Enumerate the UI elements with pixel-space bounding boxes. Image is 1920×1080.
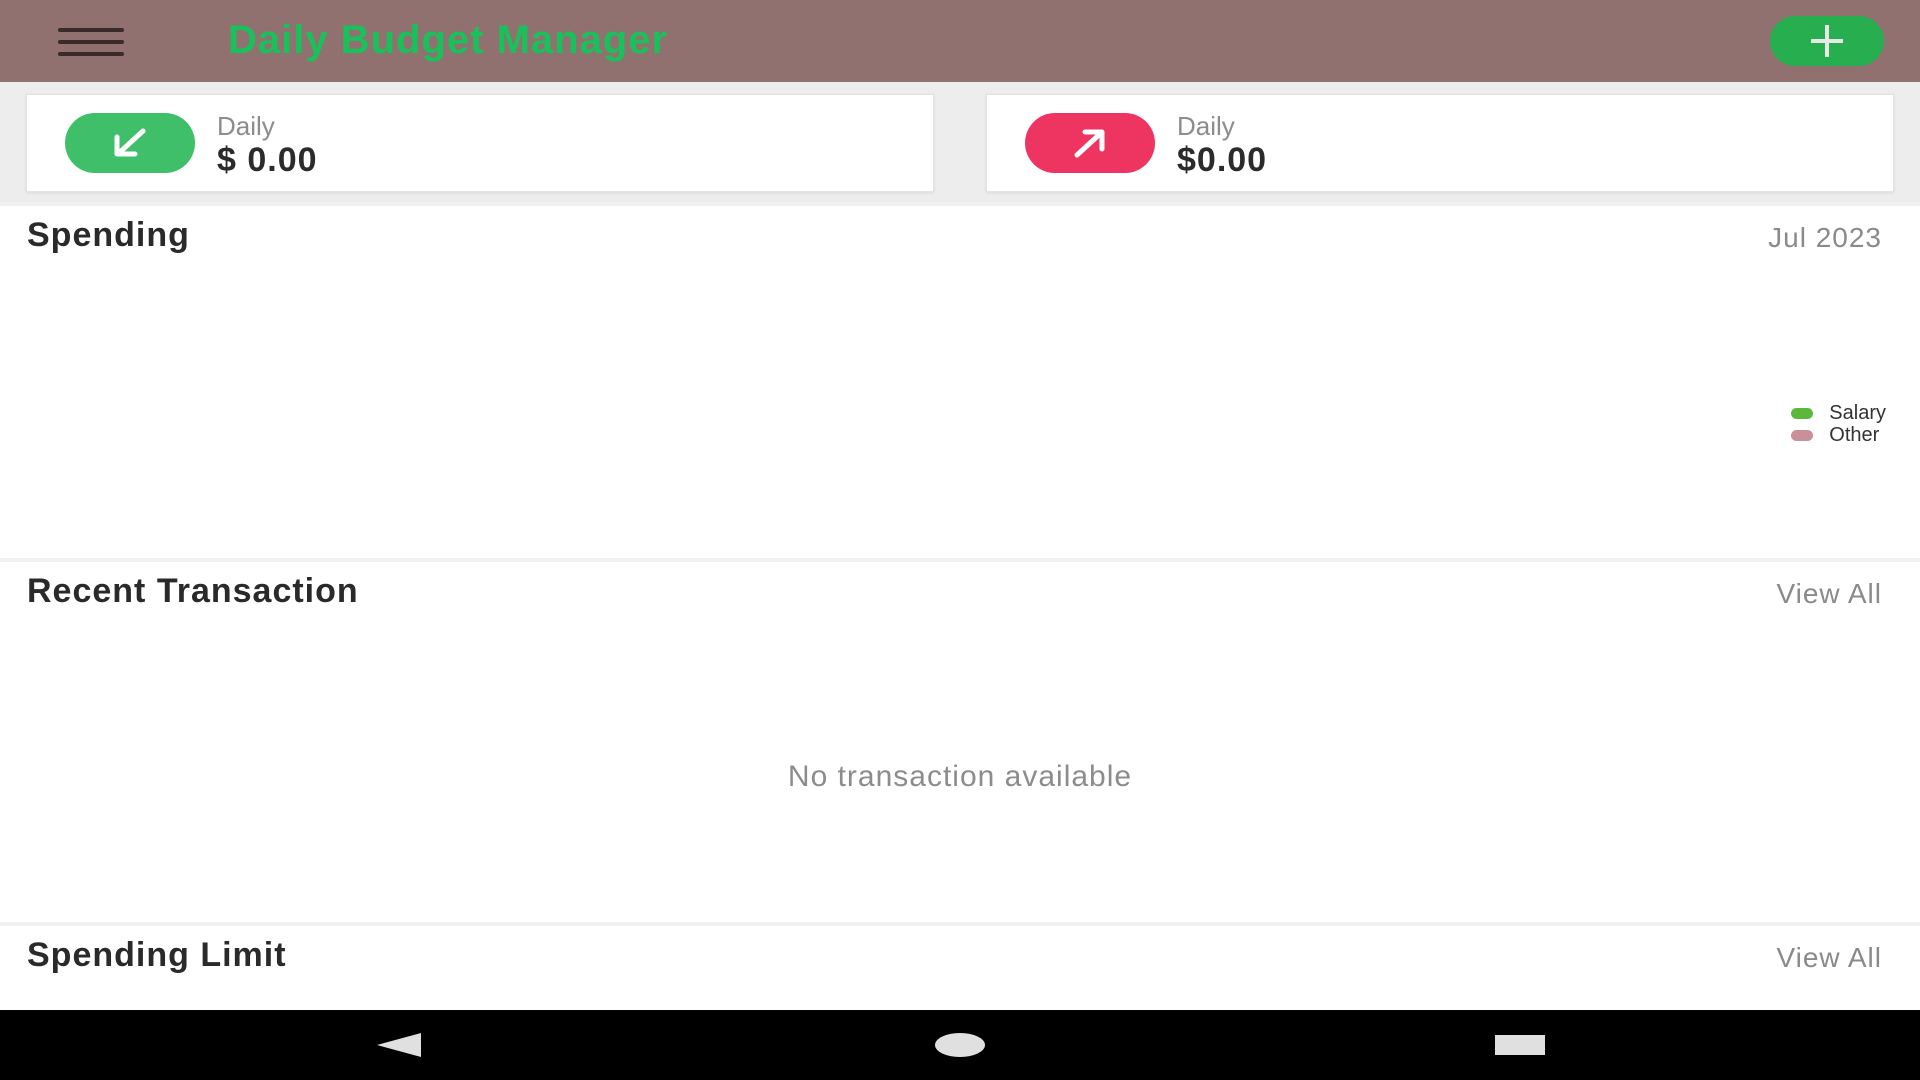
empty-transactions-message: No transaction available xyxy=(787,760,1133,793)
expense-icon-badge xyxy=(1025,113,1155,173)
spending-limit-title: Spending Limit xyxy=(27,936,287,974)
spending-limit-section: Spending Limit View All xyxy=(0,926,1920,1010)
limit-view-all-link[interactable]: View All xyxy=(1776,942,1882,974)
income-card[interactable]: Daily $ 0.00 xyxy=(26,94,934,192)
arrow-down-left-icon xyxy=(114,128,146,157)
plus-icon xyxy=(1811,25,1843,57)
app-title: Daily Budget Manager xyxy=(228,18,669,62)
add-transaction-button[interactable] xyxy=(1770,16,1884,66)
hamburger-menu-icon-bar xyxy=(58,52,124,56)
spending-legend: Salary Other xyxy=(1791,402,1886,446)
system-navigation-bar xyxy=(0,1010,1920,1080)
arrow-up-right-icon xyxy=(1074,129,1105,158)
home-button[interactable] xyxy=(920,1010,1000,1080)
summary-cards: Daily $ 0.00 Daily $0.00 xyxy=(0,82,1920,202)
spending-section: Spending Jul 2023 Salary Other xyxy=(0,206,1920,558)
expense-card[interactable]: Daily $0.00 xyxy=(986,94,1894,192)
income-label: Daily xyxy=(217,111,275,141)
home-circle-icon xyxy=(935,1033,985,1057)
hamburger-menu-icon xyxy=(58,28,124,32)
spending-period[interactable]: Jul 2023 xyxy=(1768,222,1882,254)
recent-transaction-section: Recent Transaction View All No transacti… xyxy=(0,562,1920,922)
app-bar: Daily Budget Manager xyxy=(0,0,1920,82)
legend-label-salary: Salary xyxy=(1829,401,1886,424)
back-button[interactable] xyxy=(360,1010,440,1080)
recent-apps-square-icon xyxy=(1495,1035,1545,1055)
recent-apps-button[interactable] xyxy=(1480,1010,1560,1080)
income-icon-badge xyxy=(65,113,195,173)
expense-amount: $0.00 xyxy=(1177,141,1268,179)
hamburger-menu-icon-bar xyxy=(58,40,124,44)
recent-transaction-title: Recent Transaction xyxy=(27,572,359,610)
back-triangle-icon xyxy=(377,1033,421,1057)
legend-dot-other xyxy=(1791,429,1814,441)
expense-label: Daily xyxy=(1177,111,1235,141)
legend-dot-salary xyxy=(1791,407,1814,419)
spending-title: Spending xyxy=(27,216,190,254)
legend-item-salary: Salary xyxy=(1791,402,1886,424)
legend-label-other: Other xyxy=(1829,423,1880,446)
legend-item-other: Other xyxy=(1791,424,1886,446)
menu-button[interactable] xyxy=(58,28,124,56)
income-amount: $ 0.00 xyxy=(217,141,318,179)
recent-view-all-link[interactable]: View All xyxy=(1776,578,1882,610)
